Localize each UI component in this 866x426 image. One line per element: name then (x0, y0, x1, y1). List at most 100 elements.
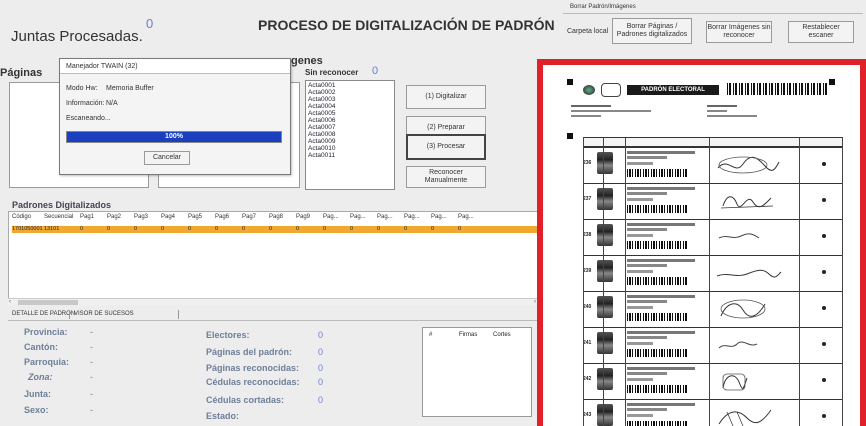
list-item[interactable]: Acta0001 (308, 82, 392, 89)
barcode (627, 349, 687, 357)
row-number: 239 (583, 268, 592, 274)
list-item[interactable]: Acta0004 (308, 103, 392, 110)
app-window: Juntas Procesadas. 0 PROCESO DE DIGITALI… (0, 0, 866, 426)
photo (597, 404, 613, 426)
cancel-button[interactable]: Cancelar (144, 151, 190, 165)
column-header[interactable]: Secuencial (44, 214, 80, 224)
photo (597, 260, 613, 282)
table-line (603, 137, 604, 426)
sin-reconocer-list[interactable]: Acta0001 Acta0002 Acta0003 Acta0004 Acta… (305, 80, 395, 190)
list-item[interactable]: Acta0003 (308, 96, 392, 103)
twain-dialog: Manejador TWAIN (32) Modo Hw: Memoria Bu… (59, 58, 291, 175)
list-item[interactable]: Acta0005 (308, 110, 392, 117)
row-number: 236 (583, 160, 592, 166)
borrar-paginas-button[interactable]: Borrar Páginas / Padrones digitalizados (612, 18, 692, 44)
list-item[interactable]: Acta0007 (308, 124, 392, 131)
column-header[interactable]: Pag1 (80, 214, 107, 224)
scroll-right-icon[interactable]: › (534, 299, 536, 305)
barcode (627, 169, 687, 177)
column-header[interactable]: Firmas (459, 332, 477, 338)
tab-detalle[interactable]: DETALLE DE PADRON (12, 311, 75, 317)
column-header[interactable]: Pag7 (242, 214, 269, 224)
scroll-thumb[interactable] (18, 300, 78, 305)
column-header[interactable]: Pag3 (134, 214, 161, 224)
list-item[interactable]: Acta0006 (308, 117, 392, 124)
table-line (709, 137, 710, 426)
status-text: Escaneando... (66, 115, 111, 122)
column-header[interactable]: Pag... (404, 214, 431, 224)
signature (718, 409, 772, 426)
column-header[interactable]: Pag... (458, 214, 485, 224)
horizontal-scrollbar[interactable]: ‹ › (8, 298, 541, 305)
carpeta-local-link[interactable]: Carpeta local (567, 28, 608, 35)
padrones-grid-header: Código Secuencial Pag1 Pag2 Pag3 Pag4 Pa… (12, 214, 540, 224)
electores-value: 0 (318, 330, 324, 340)
info-line (707, 105, 737, 107)
reconocer-manualmente-button[interactable]: Reconocer Manualmente (406, 166, 486, 188)
mark-dot (822, 342, 826, 346)
table-row: 243 (583, 399, 843, 426)
table-row: 238 (583, 219, 843, 255)
table-cell: 13101 (44, 226, 60, 232)
tab-visor[interactable]: VISOR DE SUCESOS (74, 311, 134, 317)
column-header[interactable]: Pag... (323, 214, 350, 224)
list-item[interactable]: Acta0011 (308, 152, 392, 159)
table-cell: 0 (269, 226, 273, 232)
column-header[interactable]: Pag5 (188, 214, 215, 224)
name-line (627, 403, 695, 406)
scroll-left-icon[interactable]: ‹ (9, 299, 11, 305)
divider (563, 13, 863, 14)
name-line (627, 228, 667, 231)
table-row[interactable]: 1701050001 13101 0 0 0 0 0 0 0 0 0 0 0 0… (12, 226, 540, 233)
column-header[interactable]: Pag... (377, 214, 404, 224)
table-row: 241 (583, 327, 843, 363)
mark-dot (822, 162, 826, 166)
column-header[interactable]: # (429, 332, 432, 338)
column-header[interactable]: Pag8 (269, 214, 296, 224)
column-header[interactable]: Pag... (431, 214, 458, 224)
ci-line (627, 414, 653, 417)
name-line (627, 223, 695, 226)
column-header[interactable]: Pag... (350, 214, 377, 224)
provincia-label: Provincia: (24, 327, 68, 337)
table-cell: 0 (350, 226, 354, 232)
informacion-label: Información: (66, 100, 105, 107)
firmas-table[interactable]: # Firmas Cortes (422, 327, 532, 417)
column-header[interactable]: Código (12, 214, 44, 224)
mark-dot (822, 378, 826, 382)
ci-line (627, 378, 653, 381)
column-header[interactable]: Pag9 (296, 214, 323, 224)
procesar-button[interactable]: (3) Procesar (406, 134, 486, 160)
barcode (727, 83, 827, 95)
table-cell: 0 (134, 226, 138, 232)
table-cell: 0 (161, 226, 165, 232)
table-cell: 0 (296, 226, 300, 232)
restablecer-escaner-button[interactable]: Restablecer escaner (788, 21, 854, 43)
digitalizar-button[interactable]: (1) Digitalizar (406, 85, 486, 109)
column-header[interactable]: Cortes (493, 332, 511, 338)
photo (597, 224, 613, 246)
column-header[interactable]: Pag2 (107, 214, 134, 224)
table-row: 240 (583, 291, 843, 327)
document-preview[interactable]: PADRÓN ELECTORAL 236 237 238 239 240 241… (537, 59, 866, 426)
info-line (571, 115, 601, 117)
table-row: 242 (583, 363, 843, 399)
padron-header: PADRÓN ELECTORAL (627, 85, 719, 95)
list-item[interactable]: Acta0010 (308, 145, 392, 152)
column-header[interactable]: Pag6 (215, 214, 242, 224)
photo (597, 188, 613, 210)
photo (597, 296, 613, 318)
cedulas-cortadas-label: Cédulas cortadas: (206, 395, 285, 405)
table-cell: 0 (80, 226, 84, 232)
borrar-imagenes-button[interactable]: Borrar Imágenes sin reconocer (706, 21, 772, 43)
junta-label: Junta: (24, 389, 51, 399)
zona-label: Zona: (28, 372, 53, 382)
info-line (571, 105, 611, 107)
list-item[interactable]: Acta0008 (308, 131, 392, 138)
list-item[interactable]: Acta0009 (308, 138, 392, 145)
list-item[interactable]: Acta0002 (308, 89, 392, 96)
column-header[interactable]: Pag4 (161, 214, 188, 224)
name-line (627, 259, 695, 262)
tab-divider (178, 310, 179, 319)
dialog-title: Manejador TWAIN (32) (60, 59, 290, 74)
